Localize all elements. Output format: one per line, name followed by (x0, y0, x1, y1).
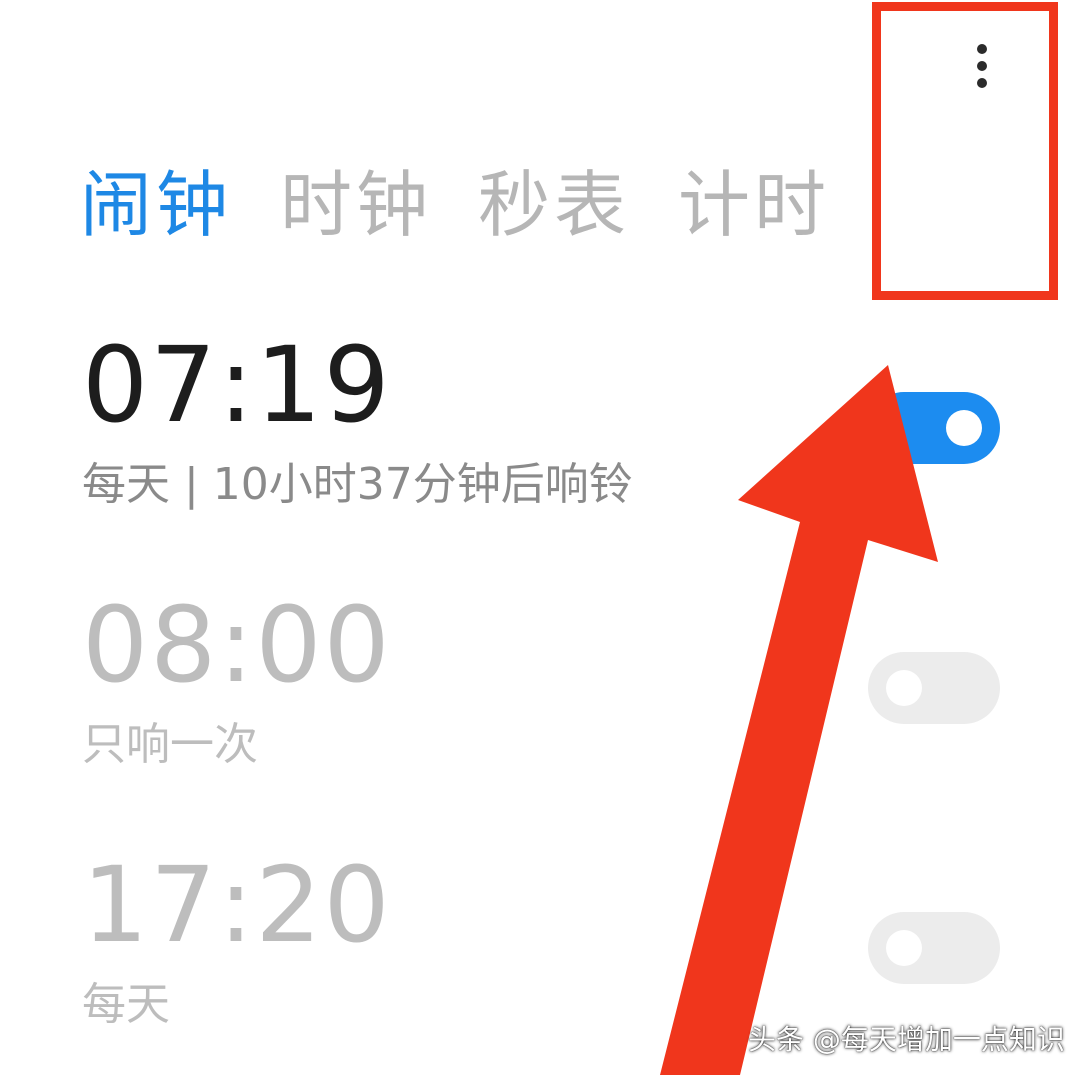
tab-clock[interactable]: 时钟 (280, 160, 432, 250)
toggle-knob (886, 670, 922, 706)
alarm-repeat-info: 每天 | 10小时37分钟后响铃 (82, 459, 633, 510)
more-vertical-icon (977, 44, 987, 54)
alarm-time: 07:19 (82, 324, 392, 446)
more-vertical-icon-dot (977, 78, 987, 88)
alarm-toggle[interactable] (868, 912, 1000, 984)
watermark: 头条 @每天增加一点知识 (748, 1023, 1065, 1056)
alarm-item[interactable]: 08:00 只响一次 (82, 585, 842, 775)
tab-alarm[interactable]: 闹钟 (80, 160, 232, 250)
tab-timer[interactable]: 计时 (678, 160, 830, 250)
toggle-knob (886, 930, 922, 966)
tab-stopwatch[interactable]: 秒表 (478, 160, 630, 250)
alarm-time: 17:20 (82, 844, 392, 966)
alarm-time: 08:00 (82, 584, 392, 706)
alarm-toggle[interactable] (868, 652, 1000, 724)
alarm-repeat-info: 只响一次 (82, 719, 258, 770)
more-options-button[interactable] (955, 30, 1011, 100)
more-vertical-icon-dot (977, 61, 987, 71)
alarm-toggle[interactable] (868, 392, 1000, 464)
alarm-item[interactable]: 17:20 每天 (82, 845, 842, 1035)
alarm-item[interactable]: 07:19 每天 | 10小时37分钟后响铃 (82, 325, 842, 515)
toggle-knob (946, 410, 982, 446)
alarm-repeat-info: 每天 (82, 979, 170, 1030)
